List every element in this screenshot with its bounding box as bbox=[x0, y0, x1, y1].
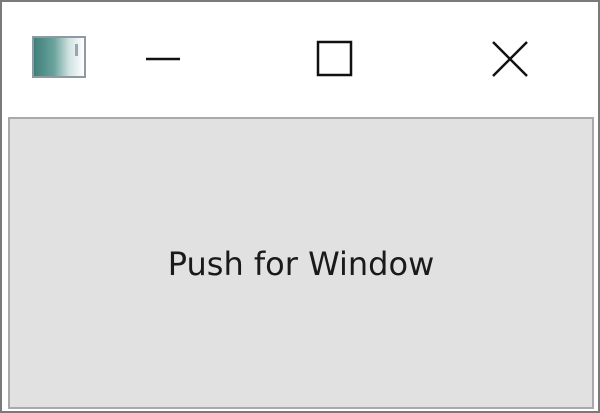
close-button[interactable] bbox=[456, 2, 566, 117]
app-window-icon[interactable] bbox=[32, 36, 86, 78]
minimize-icon bbox=[146, 57, 180, 61]
client-area: Push for Window bbox=[8, 117, 594, 409]
close-icon bbox=[492, 41, 528, 77]
title-bar[interactable] bbox=[2, 2, 598, 117]
maximize-button[interactable] bbox=[280, 2, 390, 117]
minimize-button[interactable] bbox=[108, 2, 218, 117]
maximize-icon bbox=[316, 40, 353, 77]
push-for-window-button[interactable]: Push for Window bbox=[10, 119, 592, 407]
main-window: Push for Window bbox=[0, 0, 600, 413]
